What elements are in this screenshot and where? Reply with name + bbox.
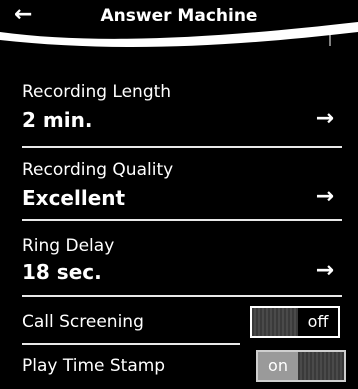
divider [22, 343, 240, 345]
setting-value: 18 sec. [22, 260, 102, 284]
setting-value: 2 min. [22, 108, 93, 132]
setting-row-recording-quality[interactable]: Recording Quality Excellent → [0, 160, 358, 220]
toggle-knob [252, 308, 298, 336]
setting-value: Excellent [22, 186, 126, 210]
forward-arrow-icon[interactable]: → [316, 184, 334, 209]
divider [22, 295, 342, 297]
forward-arrow-icon[interactable]: → [316, 258, 334, 283]
toggle-knob [298, 352, 344, 380]
toggle-label: Call Screening [22, 312, 144, 332]
call-screening-toggle[interactable]: off [250, 306, 340, 338]
setting-label: Recording Quality [22, 160, 174, 180]
setting-row-ring-delay[interactable]: Ring Delay 18 sec. → [0, 236, 358, 296]
header-swoosh [0, 22, 358, 47]
setting-label: Recording Length [22, 82, 172, 102]
play-time-stamp-toggle[interactable]: on [256, 350, 346, 382]
divider [22, 219, 342, 221]
toggle-label: Play Time Stamp [22, 356, 166, 376]
setting-label: Ring Delay [22, 236, 115, 256]
forward-arrow-icon[interactable]: → [316, 106, 334, 131]
setting-row-recording-length[interactable]: Recording Length 2 min. → [0, 82, 358, 142]
toggle-state: on [258, 352, 298, 380]
divider [22, 146, 342, 148]
toggle-state: off [307, 312, 329, 331]
